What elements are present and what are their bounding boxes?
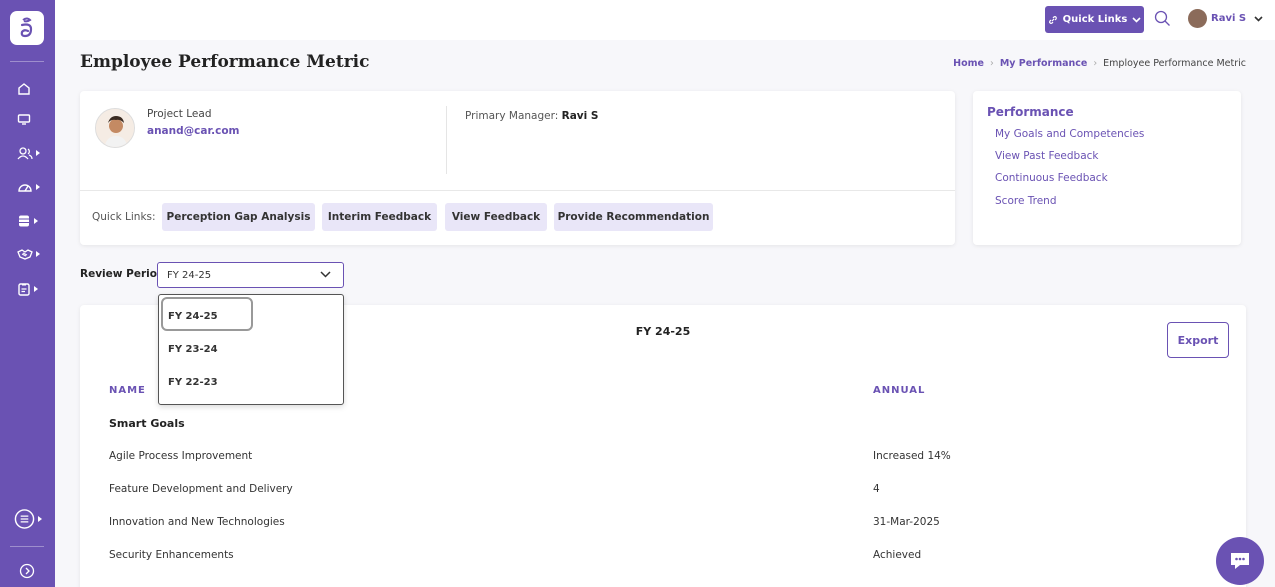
avatar: [95, 108, 135, 148]
perception-gap-analysis-button[interactable]: Perception Gap Analysis: [162, 203, 315, 231]
sidebar-item-desktop[interactable]: [17, 110, 45, 128]
user-name: Ravi S: [1211, 13, 1247, 24]
search-icon: [1154, 10, 1170, 26]
user-menu[interactable]: Ravi S: [1188, 9, 1263, 28]
page-title: Employee Performance Metric: [80, 52, 370, 72]
chat-icon: [1231, 553, 1249, 569]
review-period-select[interactable]: FY 24-25: [157, 262, 344, 288]
vertical-divider: [446, 106, 447, 174]
breadcrumb: Home › My Performance › Employee Perform…: [953, 58, 1246, 69]
home-icon: [18, 83, 30, 95]
table-row-annual: 31-Mar-2025: [873, 516, 940, 528]
performance-menu-title: Performance: [987, 105, 1074, 119]
table-row-name: Innovation and New Technologies: [109, 516, 285, 528]
avatar: [1188, 9, 1207, 28]
primary-manager-name: Ravi S: [561, 110, 599, 122]
link-continuous-feedback[interactable]: Continuous Feedback: [995, 172, 1108, 184]
app-logo[interactable]: [10, 11, 44, 45]
interim-feedback-button[interactable]: Interim Feedback: [322, 203, 437, 231]
gauge-icon: [18, 184, 32, 192]
breadcrumb-my-performance[interactable]: My Performance: [1000, 58, 1088, 69]
sidebar-item-people[interactable]: [17, 144, 45, 162]
employee-email[interactable]: anand@car.com: [147, 125, 240, 137]
chevron-right-icon: ›: [1093, 58, 1098, 69]
sidebar-divider: [10, 546, 44, 547]
table-row-name: Security Enhancements: [109, 549, 234, 561]
profile-card: Project Lead anand@car.com Primary Manag…: [80, 91, 955, 245]
handshake-icon: [17, 249, 33, 260]
link-score-trend[interactable]: Score Trend: [995, 195, 1056, 207]
link-icon: [1048, 15, 1057, 24]
column-header-annual: ANNUAL: [873, 385, 926, 396]
chevron-down-icon: [320, 271, 331, 278]
dropdown-option-fy-22-23[interactable]: FY 22-23: [168, 377, 218, 388]
sidebar-collapse-toggle[interactable]: [19, 562, 47, 580]
chevron-down-icon: [1254, 15, 1263, 22]
quick-links-label: Quick Links:: [92, 211, 156, 223]
sidebar-item-more[interactable]: [14, 509, 42, 529]
chevron-right-icon: [36, 184, 40, 190]
review-period-value: FY 24-25: [167, 269, 212, 281]
search-button[interactable]: [1154, 10, 1171, 30]
sidebar-item-database[interactable]: [17, 212, 45, 230]
chevron-right-icon: ›: [990, 58, 994, 69]
column-header-name: NAME: [109, 385, 146, 396]
clipboard-icon: [18, 283, 30, 296]
database-icon: [19, 215, 29, 227]
person-avatar-icon: [96, 109, 134, 147]
chevron-right-icon: [34, 218, 38, 224]
table-row-name: Agile Process Improvement: [109, 450, 253, 462]
sidebar-item-home[interactable]: [17, 80, 45, 98]
performance-menu: Performance My Goals and Competencies Vi…: [973, 91, 1241, 245]
table-row-annual: Achieved: [873, 549, 922, 561]
chat-button[interactable]: [1216, 537, 1264, 585]
table-row-annual: 4: [873, 483, 880, 495]
chevron-right-icon: [34, 286, 38, 292]
review-period-label: Review Period:: [80, 268, 169, 280]
sidebar-item-handshake[interactable]: [17, 245, 45, 263]
dropdown-option-fy-23-24[interactable]: FY 23-24: [168, 344, 218, 355]
sidebar: [0, 0, 55, 587]
breadcrumb-home[interactable]: Home: [953, 58, 984, 69]
breadcrumb-current: Employee Performance Metric: [1103, 58, 1246, 69]
primary-manager: Primary Manager: Ravi S: [465, 110, 598, 122]
logo-icon: [20, 17, 33, 38]
quick-links-label: Quick Links: [1062, 14, 1128, 25]
quick-links-button[interactable]: Quick Links: [1045, 6, 1144, 33]
link-view-past-feedback[interactable]: View Past Feedback: [995, 150, 1098, 162]
export-button[interactable]: Export: [1167, 322, 1229, 358]
monitor-icon: [17, 114, 31, 125]
employee-role: Project Lead: [147, 108, 212, 120]
primary-manager-label: Primary Manager:: [465, 110, 559, 122]
menu-circle-icon: [14, 509, 35, 529]
review-period-dropdown: FY 24-25 FY 23-24 FY 22-23: [158, 294, 344, 405]
provide-recommendation-button[interactable]: Provide Recommendation: [554, 203, 713, 231]
dropdown-option-fy-24-25[interactable]: FY 24-25: [168, 311, 218, 322]
chevron-right-icon: [38, 516, 42, 522]
chevron-circle-icon: [19, 563, 35, 579]
link-my-goals[interactable]: My Goals and Competencies: [995, 128, 1144, 140]
chevron-right-icon: [36, 251, 40, 257]
table-row-annual: Increased 14%: [873, 450, 951, 462]
chevron-right-icon: [36, 150, 40, 156]
sidebar-item-dashboard[interactable]: [17, 178, 45, 196]
chevron-down-icon: [1132, 16, 1141, 23]
users-icon: [17, 147, 33, 160]
view-feedback-button[interactable]: View Feedback: [445, 203, 547, 231]
topbar: Quick Links Ravi S: [55, 0, 1275, 40]
sidebar-item-clipboard[interactable]: [17, 280, 45, 298]
group-header: Smart Goals: [109, 417, 185, 430]
horizontal-divider: [80, 190, 955, 191]
table-row-name: Feature Development and Delivery: [109, 483, 293, 495]
sidebar-divider: [10, 61, 44, 62]
